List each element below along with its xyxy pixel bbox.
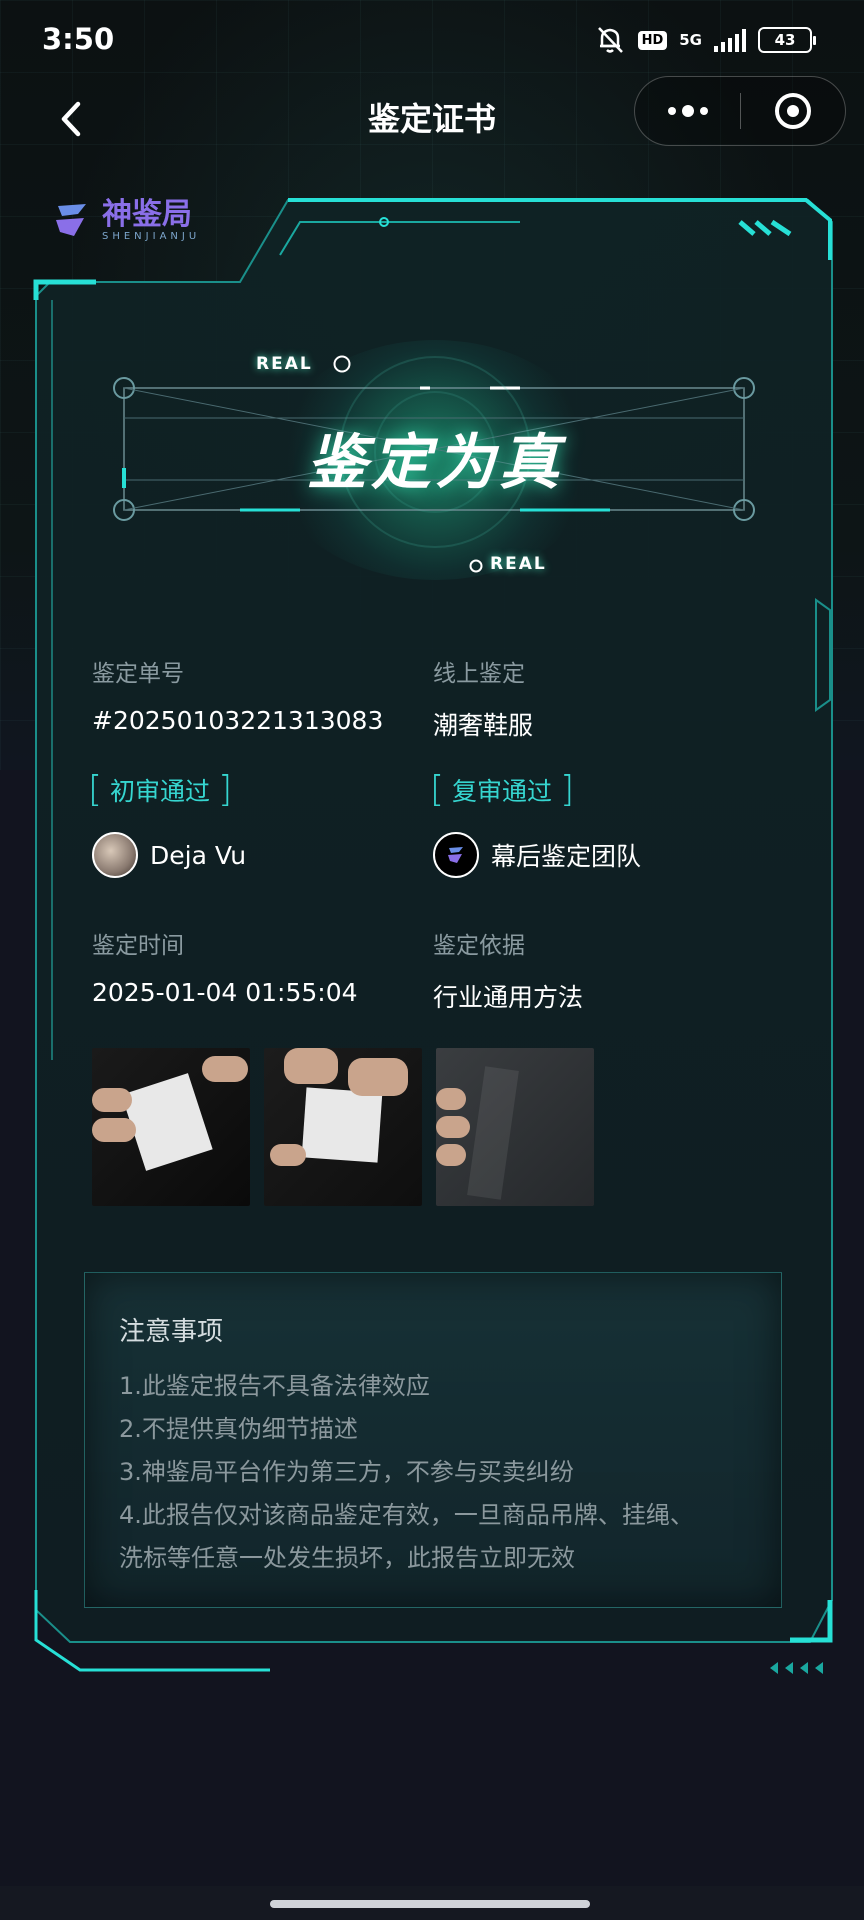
logo-name: 神鉴局 xyxy=(102,196,192,232)
second-reviewer: 幕后鉴定团队 xyxy=(433,832,641,878)
evidence-photo[interactable] xyxy=(92,1048,250,1206)
shield-logo-icon xyxy=(448,847,463,863)
brand-logo: 神鉴局 SHENJIANJU xyxy=(50,198,200,242)
notice-item: 2.不提供真伪细节描述 xyxy=(119,1415,358,1443)
first-review-label: 初审通过 xyxy=(110,777,211,806)
order-number-value: #20250103221313083 xyxy=(92,706,384,735)
verdict-title: 鉴定为真 xyxy=(307,428,563,498)
real-tag-top: REAL xyxy=(256,354,313,374)
basis-field: 鉴定依据 行业通用方法 xyxy=(433,926,583,1014)
first-reviewer-name: Deja Vu xyxy=(150,840,247,870)
evidence-photos xyxy=(92,1048,594,1206)
evidence-photo[interactable] xyxy=(264,1048,422,1206)
first-reviewer: Deja Vu xyxy=(92,832,246,878)
shield-logo-icon xyxy=(56,204,86,236)
second-review-badge: [复审通过] xyxy=(430,769,575,810)
home-indicator[interactable] xyxy=(270,1900,590,1908)
notice-item: 洗标等任意一处发生损坏，此报告立即无效 xyxy=(119,1544,575,1572)
notice-title: 注意事项 xyxy=(119,1317,224,1347)
order-number-field: 鉴定单号 #20250103221313083 xyxy=(92,654,383,735)
time-label: 鉴定时间 xyxy=(92,933,184,959)
evidence-photo[interactable] xyxy=(436,1048,594,1206)
real-circle-icon xyxy=(333,355,351,373)
category-value: 潮奢鞋服 xyxy=(433,711,534,740)
first-review-badge: [初审通过] xyxy=(88,769,233,810)
second-review-label: 复审通过 xyxy=(452,777,553,806)
real-tag-bottom: REAL xyxy=(490,554,547,574)
logo-subtitle: SHENJIANJU xyxy=(102,230,201,242)
time-field: 鉴定时间 2025-01-04 01:55:04 xyxy=(92,926,358,1007)
notice-item: 4.此报告仅对该商品鉴定有效，一旦商品吊牌、挂绳、 xyxy=(119,1501,694,1529)
avatar xyxy=(92,832,138,878)
real-circle-icon xyxy=(469,559,483,573)
second-reviewer-name: 幕后鉴定团队 xyxy=(491,842,642,871)
notice-panel: 注意事项 1.此鉴定报告不具备法律效应 2.不提供真伪细节描述 3.神鉴局平台作… xyxy=(84,1272,782,1608)
verdict-banner: 鉴定为真 REAL REAL xyxy=(110,340,760,590)
category-field: 线上鉴定 潮奢鞋服 xyxy=(433,654,533,742)
time-value: 2025-01-04 01:55:04 xyxy=(92,978,358,1007)
category-label: 线上鉴定 xyxy=(433,661,525,687)
basis-value: 行业通用方法 xyxy=(433,983,584,1012)
basis-label: 鉴定依据 xyxy=(433,933,525,959)
order-number-label: 鉴定单号 xyxy=(92,661,184,687)
notice-item: 3.神鉴局平台作为第三方，不参与买卖纠纷 xyxy=(119,1458,574,1486)
notice-list: 1.此鉴定报告不具备法律效应 2.不提供真伪细节描述 3.神鉴局平台作为第三方，… xyxy=(119,1365,761,1580)
notice-item: 1.此鉴定报告不具备法律效应 xyxy=(119,1372,430,1400)
avatar xyxy=(433,832,479,878)
